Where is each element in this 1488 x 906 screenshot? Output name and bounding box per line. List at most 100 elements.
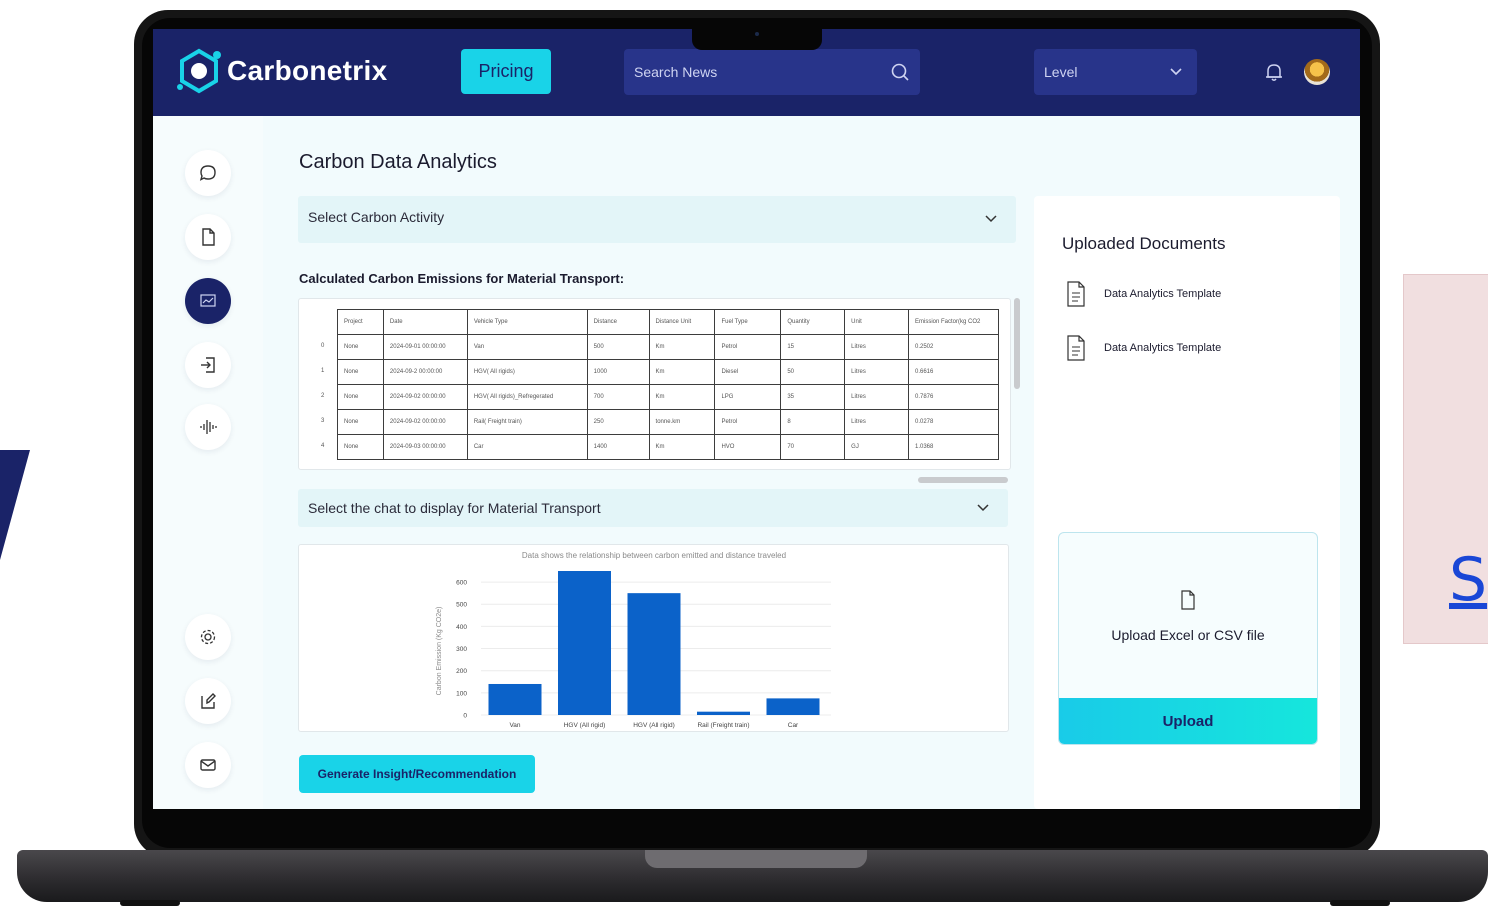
- file-text-icon: [1067, 335, 1085, 361]
- emissions-bar-chart: Data shows the relationship between carb…: [436, 551, 831, 729]
- sidebar-item-settings[interactable]: [185, 614, 231, 660]
- chart-bar: [488, 683, 542, 715]
- table-header-cell: Vehicle Type: [466, 309, 588, 335]
- table-cell: Rail( Freight train): [466, 409, 588, 435]
- document-item[interactable]: Data Analytics Template: [1066, 281, 1221, 307]
- background-side-letter[interactable]: S: [1449, 545, 1487, 615]
- table-cell: 70: [780, 434, 846, 460]
- chart-select[interactable]: Select the chat to display for Material …: [298, 489, 1008, 527]
- sidebar-item-edit[interactable]: [185, 678, 231, 724]
- left-sidebar: [153, 116, 263, 809]
- table-row[interactable]: None 2024-09-03 00:00:00 Car 1400 Km HVO 70 GJ 1…: [337, 434, 999, 460]
- camera-notch: [692, 28, 822, 50]
- sidebar-item-audio[interactable]: [185, 404, 231, 450]
- table-cell: Litres: [844, 359, 909, 385]
- generate-insight-button[interactable]: Generate Insight/Recommendation: [299, 755, 535, 793]
- table-row-index: 1: [321, 368, 325, 374]
- audio-wave-icon: [200, 420, 217, 434]
- table-cell: tonne.km: [648, 409, 716, 435]
- table-cell: 2024-09-02 00:00:00: [382, 384, 468, 410]
- chevron-down-icon: [1170, 68, 1182, 76]
- table-cell: HVO: [714, 434, 782, 460]
- analytics-icon: [200, 294, 216, 307]
- table-horizontal-scrollbar[interactable]: [918, 477, 1008, 483]
- carbon-activity-select[interactable]: Select Carbon Activity: [298, 196, 1016, 243]
- table-header-cell: Project: [337, 309, 384, 335]
- table-cell: 0.7876: [908, 384, 999, 410]
- table-cell: Km: [648, 359, 716, 385]
- table-row[interactable]: None 2024-09-02 00:00:00 HGV( All rigids)_…: [337, 384, 999, 410]
- brand-logo[interactable]: Carbonetrix: [173, 45, 387, 97]
- level-label: Level: [1044, 64, 1078, 80]
- chat-icon: [199, 165, 216, 181]
- chart-x-tick-label: Car: [788, 722, 799, 729]
- table-cell: 500: [586, 334, 650, 360]
- uploaded-documents-title: Uploaded Documents: [1062, 234, 1226, 253]
- chart-y-tick-label: 200: [456, 668, 467, 675]
- table-cell: None: [337, 359, 384, 385]
- sidebar-item-import[interactable]: [185, 342, 231, 388]
- table-cell: None: [337, 409, 384, 435]
- table-cell: 0.2502: [908, 334, 999, 360]
- chevron-down-icon: [977, 504, 989, 512]
- pricing-button[interactable]: Pricing: [461, 49, 551, 94]
- bell-icon[interactable]: [1263, 61, 1285, 83]
- sidebar-item-chat[interactable]: [185, 150, 231, 196]
- table-cell: GJ: [844, 434, 909, 460]
- table-cell: 2024-09-01 00:00:00: [382, 334, 468, 360]
- table-row[interactable]: None 2024-09-2 00:00:00 HGV( All rigids) 10…: [337, 359, 999, 385]
- chart-bar: [558, 571, 611, 715]
- table-row-index: 4: [321, 443, 325, 449]
- sidebar-item-documents[interactable]: [185, 214, 231, 260]
- chart-bar: [697, 711, 750, 715]
- user-avatar[interactable]: [1304, 59, 1330, 85]
- table-header-cell: Distance: [586, 309, 650, 335]
- emissions-table-card: 0 1 2 3 4 Project Date Vehicle Type Distance Dis…: [298, 298, 1011, 470]
- level-select[interactable]: Level: [1034, 49, 1197, 95]
- chart-bar: [766, 698, 820, 715]
- search-icon[interactable]: [890, 62, 910, 82]
- carbon-activity-select-label: Select Carbon Activity: [308, 209, 445, 225]
- table-cell: Km: [648, 434, 716, 460]
- table-cell: LPG: [714, 384, 782, 410]
- table-cell: 1400: [586, 434, 650, 460]
- chart-y-axis-label: Carbon Emission (Kg CO2e): [436, 607, 443, 696]
- gear-icon: [200, 629, 216, 645]
- table-vertical-scrollbar[interactable]: [1014, 298, 1020, 389]
- table-cell: 8: [780, 409, 846, 435]
- table-cell: None: [337, 384, 384, 410]
- upload-dropzone[interactable]: Upload Excel or CSV file Upload: [1058, 532, 1318, 745]
- uploaded-documents-panel: Uploaded Documents Data Analytics Templa…: [1034, 196, 1340, 809]
- document-item[interactable]: Data Analytics Template: [1066, 335, 1221, 361]
- table-cell: Litres: [844, 334, 909, 360]
- camera-dot: [755, 32, 759, 36]
- background-side-card: S: [1403, 274, 1488, 644]
- table-row-index: 0: [321, 343, 325, 349]
- chart-x-tick-label: HGV (All rigid): [633, 722, 675, 729]
- sidebar-item-mail[interactable]: [185, 742, 231, 788]
- table-cell: Petrol: [714, 409, 782, 435]
- chart-y-tick-label: 100: [456, 690, 467, 697]
- table-row-index: 3: [321, 418, 325, 424]
- mail-icon: [200, 759, 216, 771]
- laptop-foot: [1330, 900, 1390, 906]
- table-cell: HGV( All rigids)_Refregerated: [466, 384, 588, 410]
- table-header-cell: Distance Unit: [648, 309, 716, 335]
- table-cell: Km: [648, 384, 716, 410]
- search-news-input[interactable]: Search News: [624, 49, 920, 95]
- table-cell: Car: [466, 434, 588, 460]
- app-screen: Carbonetrix Pricing Search News Level Ca…: [153, 29, 1360, 809]
- table-header-cell: Emission Factor(kg CO2: [908, 309, 999, 335]
- table-cell: Petrol: [714, 334, 782, 360]
- sidebar-item-analytics[interactable]: [185, 278, 231, 324]
- table-cell: 15: [780, 334, 846, 360]
- carbonetrix-logo-icon: [177, 48, 221, 94]
- document-icon: [202, 228, 215, 246]
- table-row[interactable]: None 2024-09-01 00:00:00 Van 500 Km Petrol 15 L…: [337, 334, 999, 360]
- chart-bar: [627, 593, 681, 715]
- table-header-row: Project Date Vehicle Type Distance Distance …: [337, 309, 999, 335]
- table-row[interactable]: None 2024-09-02 00:00:00 Rail( Freight tra…: [337, 409, 999, 435]
- upload-button[interactable]: Upload: [1059, 698, 1317, 744]
- chart-y-tick-label: 500: [456, 602, 467, 609]
- table-cell: Diesel: [714, 359, 782, 385]
